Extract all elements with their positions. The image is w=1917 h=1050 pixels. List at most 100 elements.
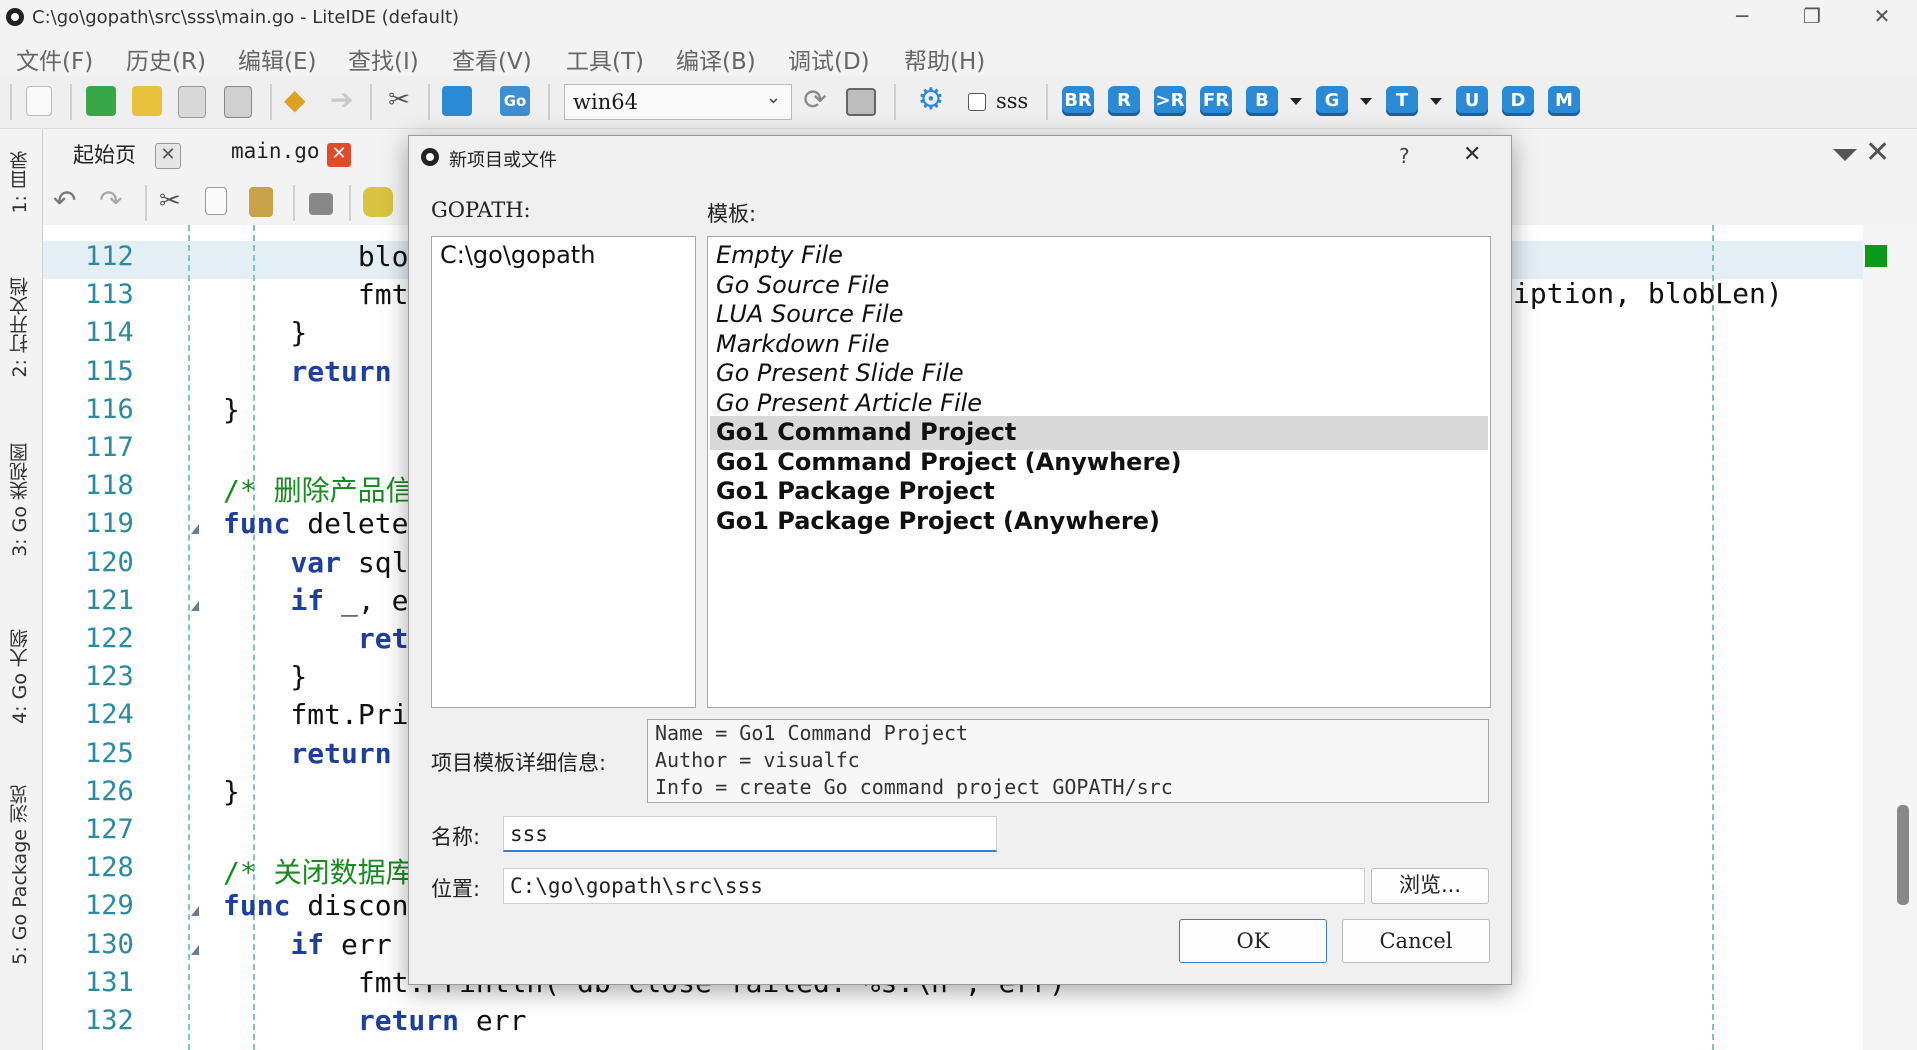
code-text: disconn bbox=[290, 889, 426, 923]
side-tab-package[interactable]: 5: Go Package 浏览 bbox=[6, 785, 33, 965]
template-item[interactable]: Go1 Command Project (Anywhere) bbox=[716, 448, 1182, 476]
close-dialog-button[interactable]: ✕ bbox=[1463, 142, 1481, 167]
run-term-button[interactable]: >R bbox=[1154, 86, 1186, 116]
side-tab-class-view[interactable]: 3: Go 类视图 bbox=[6, 443, 33, 557]
go-icon[interactable]: Go bbox=[500, 86, 530, 116]
line-number: 117 bbox=[85, 432, 134, 463]
template-item[interactable]: Go Present Slide File bbox=[716, 359, 964, 387]
get-dropdown-icon[interactable] bbox=[1360, 98, 1372, 105]
template-item[interactable]: Go Source File bbox=[716, 271, 889, 299]
paste-icon[interactable] bbox=[249, 187, 273, 217]
template-item[interactable]: Go Present Article File bbox=[716, 389, 982, 417]
close-window-button[interactable]: ✕ bbox=[1852, 0, 1912, 34]
fold-marker-icon[interactable] bbox=[191, 600, 199, 611]
ok-button[interactable]: OK bbox=[1179, 919, 1327, 963]
restore-button[interactable]: ❐ bbox=[1782, 0, 1842, 34]
template-item[interactable]: Go1 Command Project bbox=[716, 418, 1016, 446]
close-tab-icon[interactable]: ✕ bbox=[327, 143, 351, 167]
m-button[interactable]: M bbox=[1548, 86, 1580, 116]
vertical-scrollbar[interactable] bbox=[1863, 225, 1917, 1050]
open-folder-icon[interactable] bbox=[132, 86, 162, 116]
code-line: func deleteT bbox=[223, 507, 425, 540]
template-item[interactable]: Markdown File bbox=[716, 330, 889, 358]
line-number: 120 bbox=[85, 546, 134, 578]
cancel-button[interactable]: Cancel bbox=[1342, 919, 1490, 963]
get-button[interactable]: G bbox=[1316, 86, 1348, 116]
gear-icon[interactable]: ⚙ bbox=[916, 85, 946, 116]
location-input[interactable]: C:\go\gopath\src\sss bbox=[503, 868, 1365, 904]
copy-icon[interactable] bbox=[205, 187, 227, 215]
scrollbar-thumb[interactable] bbox=[1897, 805, 1909, 905]
goto-icon[interactable] bbox=[363, 187, 393, 217]
side-tab-outline[interactable]: 4: Go 大纲 bbox=[6, 629, 33, 724]
template-item[interactable]: LUA Source File bbox=[716, 300, 903, 328]
menu-find[interactable]: 查找(I) bbox=[348, 42, 419, 76]
tab-main-go[interactable]: main.go bbox=[231, 139, 320, 163]
toolbar-separator bbox=[1046, 84, 1048, 120]
menu-tools[interactable]: 工具(T) bbox=[566, 42, 644, 76]
undo-icon[interactable]: ↶ bbox=[53, 187, 83, 217]
gopath-item[interactable]: C:\go\gopath bbox=[440, 241, 595, 269]
build-button[interactable]: B bbox=[1246, 86, 1278, 116]
tab-list-icon[interactable] bbox=[1833, 149, 1857, 161]
template-item[interactable]: Go1 Package Project bbox=[716, 477, 995, 505]
close-all-icon[interactable]: ✕ bbox=[1865, 135, 1890, 170]
main-toolbar: ◆ ➔ ✂ Go win64 ⌄ ⟳ ⚙ sss BR R >R FR B G … bbox=[0, 76, 1917, 129]
new-file-icon[interactable] bbox=[26, 86, 52, 116]
build-run-button[interactable]: BR bbox=[1062, 86, 1094, 116]
fold-marker-icon[interactable] bbox=[191, 524, 199, 535]
menu-help[interactable]: 帮助(H) bbox=[904, 42, 985, 76]
template-item[interactable]: Empty File bbox=[716, 241, 843, 269]
lock-icon[interactable] bbox=[309, 193, 333, 215]
close-tab-icon[interactable]: ✕ bbox=[155, 143, 181, 169]
menu-edit[interactable]: 编辑(E) bbox=[238, 42, 316, 76]
menu-debug[interactable]: 调试(D) bbox=[788, 42, 870, 76]
help-button[interactable]: ? bbox=[1399, 144, 1410, 168]
menu-history[interactable]: 历史(R) bbox=[126, 42, 206, 76]
edit-env-icon[interactable] bbox=[846, 88, 876, 116]
debug-button[interactable]: D bbox=[1502, 86, 1534, 116]
template-item[interactable]: Go1 Package Project (Anywhere) bbox=[716, 507, 1160, 535]
side-tab-directory[interactable]: 1: 目录 bbox=[6, 151, 33, 214]
test-dropdown-icon[interactable] bbox=[1430, 98, 1442, 105]
liteide-logo-icon bbox=[6, 8, 24, 26]
file-run-button[interactable]: FR bbox=[1200, 86, 1232, 116]
save-all-icon[interactable] bbox=[224, 86, 252, 118]
line-number: 123 bbox=[85, 661, 134, 693]
side-tab-open-docs[interactable]: 2: 打开文档 bbox=[6, 277, 33, 378]
menu-build[interactable]: 编译(B) bbox=[676, 42, 756, 76]
code-text: deleteT bbox=[290, 507, 426, 541]
line-number: 121 bbox=[85, 584, 134, 616]
test-button[interactable]: T bbox=[1386, 86, 1418, 116]
tools-icon[interactable]: ✂ bbox=[384, 86, 414, 116]
tab-start-page[interactable]: 起始页 bbox=[73, 139, 136, 169]
name-input[interactable]: sss bbox=[503, 816, 997, 852]
minimize-button[interactable]: ─ bbox=[1712, 0, 1772, 34]
sss-checkbox[interactable] bbox=[968, 93, 986, 111]
back-arrow-icon[interactable]: ◆ bbox=[284, 86, 314, 116]
browse-button[interactable]: 浏览... bbox=[1371, 868, 1489, 904]
fold-marker-icon[interactable] bbox=[191, 906, 199, 917]
forward-arrow-icon[interactable]: ➔ bbox=[330, 86, 360, 116]
env-select[interactable]: win64 ⌄ bbox=[564, 84, 792, 120]
code-line: return err bbox=[223, 1004, 527, 1037]
refresh-env-icon[interactable]: ⟳ bbox=[800, 86, 830, 116]
line-number: 129 bbox=[85, 890, 134, 922]
gopath-list[interactable]: C:\go\gopath bbox=[431, 236, 696, 708]
redo-icon[interactable]: ↷ bbox=[99, 187, 129, 217]
u-button[interactable]: U bbox=[1456, 86, 1488, 116]
fold-marker-icon[interactable] bbox=[191, 944, 199, 955]
cut-icon[interactable]: ✂ bbox=[159, 187, 189, 217]
menu-view[interactable]: 查看(V) bbox=[452, 42, 532, 76]
build-dropdown-icon[interactable] bbox=[1290, 98, 1302, 105]
home-icon[interactable] bbox=[442, 86, 472, 116]
toolbar-separator bbox=[145, 185, 147, 221]
save-icon[interactable] bbox=[178, 86, 206, 118]
menu-file[interactable]: 文件(F) bbox=[16, 42, 93, 76]
run-button[interactable]: R bbox=[1108, 86, 1140, 116]
template-list[interactable]: Empty File Go Source File LUA Source File M… bbox=[707, 236, 1491, 708]
new-project-icon[interactable] bbox=[86, 86, 116, 116]
